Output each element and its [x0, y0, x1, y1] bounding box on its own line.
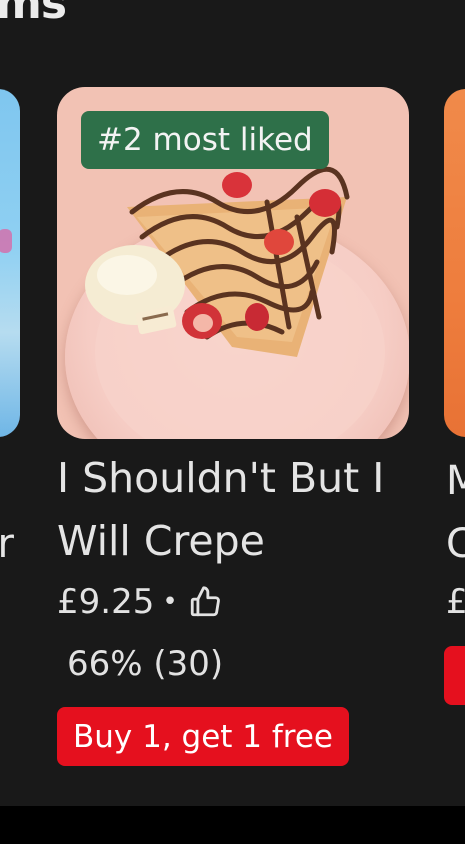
left-card-name-line: a Br — [0, 521, 14, 567]
screen: ms a Br — [0, 0, 465, 806]
promo-badge: Buy 1, get 1 free — [57, 707, 350, 766]
most-liked-badge: #2 most liked — [81, 111, 329, 169]
item-name[interactable]: I Shouldn't But I Will Crepe — [57, 447, 417, 573]
separator-dot: • — [162, 587, 178, 617]
right-card-image[interactable] — [444, 89, 465, 437]
item-price: £9.25 — [57, 582, 155, 622]
thumbs-up-icon — [188, 585, 222, 619]
price-row: £9.25 • — [57, 578, 222, 626]
rating-text: 66% (30) — [67, 644, 224, 684]
left-card-image[interactable] — [0, 89, 20, 437]
right-card-name[interactable]: M C — [446, 450, 465, 576]
section-title: ms — [0, 0, 67, 29]
right-card-price: £ — [446, 582, 465, 622]
right-card-promo-badge — [444, 646, 465, 705]
right-card-name-line: M C — [446, 458, 465, 567]
bottom-bar — [0, 806, 465, 844]
left-card-name[interactable]: a Br — [0, 450, 30, 576]
